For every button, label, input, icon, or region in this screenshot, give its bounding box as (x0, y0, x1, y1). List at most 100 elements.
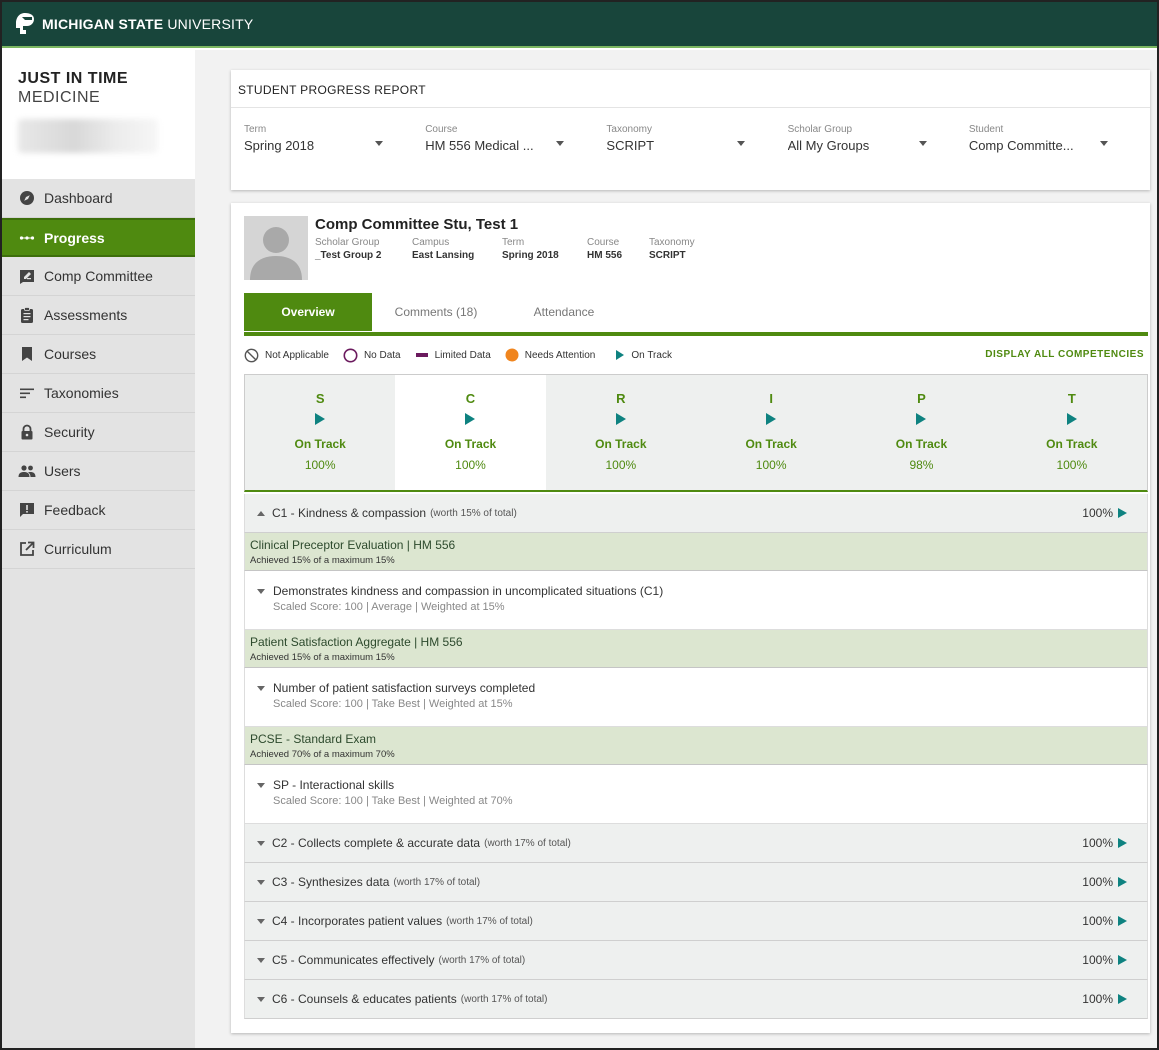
taxonomy-select[interactable]: Taxonomy SCRIPT (606, 124, 787, 153)
taxonomy-column-r[interactable]: R On Track 100% (546, 375, 696, 490)
on-track-triangle-icon (615, 349, 625, 361)
sidebar-item-label: Taxonomies (44, 385, 119, 401)
chevron-up-icon (257, 510, 265, 516)
competency-row-c6[interactable]: C6 - Counsels & educates patients (worth… (244, 980, 1148, 1019)
meta-scholar-group: Scholar Group _Test Group 2 (315, 237, 382, 261)
assessment-item-row[interactable]: Number of patient satisfaction surveys c… (244, 668, 1148, 727)
assessment-header: Clinical Preceptor Evaluation | HM 556 A… (244, 533, 1148, 571)
sidebar-item-taxonomies[interactable]: Taxonomies (2, 374, 195, 413)
tab-overview[interactable]: Overview (244, 293, 372, 331)
assessment-header: Patient Satisfaction Aggregate | HM 556 … (244, 630, 1148, 668)
taxonomy-column-p[interactable]: P On Track 98% (846, 375, 996, 490)
app-title-block: JUST IN TIME MEDICINE (2, 50, 195, 179)
caret-down-icon (737, 141, 746, 146)
student-select[interactable]: Student Comp Committe... (969, 124, 1150, 153)
legend-not-applicable: Not Applicable (244, 348, 329, 363)
caret-down-icon (556, 141, 565, 146)
sidebar-item-curriculum[interactable]: Curriculum (2, 530, 195, 569)
assessment-header: PCSE - Standard Exam Achieved 70% of a m… (244, 727, 1148, 765)
tab-attendance[interactable]: Attendance (500, 293, 628, 331)
term-select[interactable]: Term Spring 2018 (244, 124, 425, 153)
chevron-down-icon (257, 840, 265, 846)
chevron-down-icon (257, 783, 265, 788)
taxonomy-summary-grid: S On Track 100% C On Track 100% R On Tra… (244, 374, 1148, 492)
edit-icon (18, 267, 36, 285)
chevron-down-icon (257, 957, 265, 963)
sidebar-item-label: Dashboard (44, 190, 113, 206)
on-track-triangle-icon (465, 413, 476, 425)
scholar-group-select[interactable]: Scholar Group All My Groups (788, 124, 969, 153)
compass-icon (18, 189, 36, 207)
filter-bar: Term Spring 2018 Course HM 556 Medical .… (231, 108, 1150, 153)
meta-course: Course HM 556 (587, 237, 623, 261)
feedback-icon (18, 501, 36, 519)
student-card: Comp Committee Stu, Test 1 Scholar Group… (231, 203, 1150, 1033)
blurred-user-info (18, 119, 158, 153)
no-data-circle-icon (343, 348, 358, 363)
app-title-line2: MEDICINE (18, 89, 101, 106)
sidebar-item-label: Progress (44, 229, 105, 246)
sidebar-item-label: Security (44, 424, 95, 440)
legend-on-track: On Track (609, 349, 672, 361)
university-brand[interactable]: MICHIGAN STATE UNIVERSITY (42, 16, 253, 32)
competency-row-c5[interactable]: C5 - Communicates effectively (worth 17%… (244, 941, 1148, 980)
sidebar-item-comp-committee[interactable]: Comp Committee (2, 257, 195, 296)
display-all-competencies-link[interactable]: DISPLAY ALL COMPETENCIES (985, 349, 1144, 360)
tab-bar: Overview Comments (18) Attendance (244, 293, 1148, 336)
sidebar-item-users[interactable]: Users (2, 452, 195, 491)
on-track-triangle-icon (1118, 877, 1127, 887)
competency-row-c1[interactable]: C1 - Kindness & compassion (worth 15% of… (244, 494, 1148, 533)
caret-down-icon (375, 141, 383, 146)
needs-attention-dot-icon (505, 348, 519, 362)
caret-down-icon (1099, 141, 1108, 146)
app-frame: MICHIGAN STATE UNIVERSITY JUST IN TIME M… (0, 0, 1159, 1050)
sidebar-item-feedback[interactable]: Feedback (2, 491, 195, 530)
chevron-down-icon (257, 686, 265, 691)
on-track-triangle-icon (1118, 994, 1127, 1004)
tab-comments[interactable]: Comments (18) (372, 293, 500, 331)
competency-row-c4[interactable]: C4 - Incorporates patient values (worth … (244, 902, 1148, 941)
meta-taxonomy: Taxonomy SCRIPT (649, 237, 695, 261)
chevron-down-icon (257, 996, 265, 1002)
taxonomy-column-t[interactable]: T On Track 100% (997, 375, 1147, 490)
sidebar-item-courses[interactable]: Courses (2, 335, 195, 374)
meta-term: Term Spring 2018 (502, 237, 559, 261)
report-filter-card: STUDENT PROGRESS REPORT Term Spring 2018… (231, 70, 1150, 190)
taxonomy-column-i[interactable]: I On Track 100% (696, 375, 846, 490)
on-track-triangle-icon (916, 413, 927, 425)
student-name: Comp Committee Stu, Test 1 (315, 216, 519, 233)
assessment-item-row[interactable]: SP - Interactional skills Scaled Score: … (244, 765, 1148, 824)
caret-down-icon (918, 141, 927, 146)
sidebar-item-progress[interactable]: Progress (2, 218, 195, 257)
sidebar-item-assessments[interactable]: Assessments (2, 296, 195, 335)
chevron-down-icon (257, 589, 265, 594)
sidebar-item-label: Curriculum (44, 541, 112, 557)
sidebar-item-label: Assessments (44, 307, 128, 323)
on-track-triangle-icon (766, 413, 777, 425)
report-title: STUDENT PROGRESS REPORT (231, 70, 1150, 108)
legend-no-data: No Data (343, 348, 401, 363)
on-track-triangle-icon (1118, 916, 1127, 926)
spartan-helmet-icon (16, 13, 34, 34)
course-select[interactable]: Course HM 556 Medical ... (425, 124, 606, 153)
sidebar-item-security[interactable]: Security (2, 413, 195, 452)
taxonomy-column-c[interactable]: C On Track 100% (395, 375, 546, 490)
taxonomy-column-s[interactable]: S On Track 100% (245, 375, 395, 490)
app-title-line1: JUST IN TIME (18, 70, 129, 87)
clipboard-icon (18, 306, 36, 324)
sidebar-item-label: Comp Committee (44, 268, 153, 284)
legend-limited-data: Limited Data (415, 350, 491, 361)
on-track-triangle-icon (1066, 413, 1077, 425)
on-track-triangle-icon (1118, 838, 1127, 848)
avatar (244, 216, 308, 280)
competency-row-c2[interactable]: C2 - Collects complete & accurate data (… (244, 824, 1148, 863)
assessment-item-row[interactable]: Demonstrates kindness and compassion in … (244, 571, 1148, 630)
external-link-icon (18, 540, 36, 558)
sidebar-item-dashboard[interactable]: Dashboard (2, 179, 195, 218)
on-track-triangle-icon (1118, 955, 1127, 965)
bookmark-icon (18, 345, 36, 363)
main-content: STUDENT PROGRESS REPORT Term Spring 2018… (195, 50, 1157, 1048)
status-legend: Not Applicable No Data Limited Data Need… (244, 346, 1144, 364)
competency-row-c3[interactable]: C3 - Synthesizes data (worth 17% of tota… (244, 863, 1148, 902)
chevron-down-icon (257, 879, 265, 885)
